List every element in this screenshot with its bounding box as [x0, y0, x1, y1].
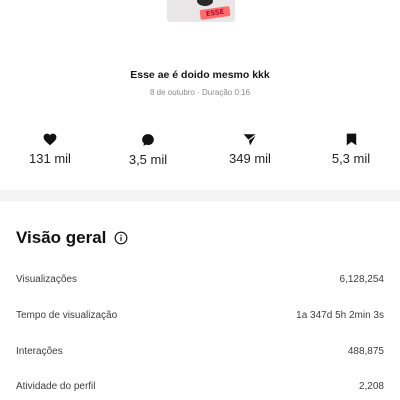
overview-row-interactions: Interações 488,875: [16, 341, 384, 361]
thumbnail-sticker: ESSE: [199, 5, 231, 21]
row-label: Tempo de visualização: [16, 309, 118, 321]
stat-shares-value: 349 mil: [229, 151, 271, 166]
thumbnail-shape: [197, 0, 213, 6]
overview-row-profile-activity: Atividade do perfil 2,208: [16, 376, 384, 396]
row-label: Visualizações: [16, 273, 77, 285]
heart-icon: [43, 133, 57, 146]
post-thumbnail[interactable]: ESSE: [167, 0, 235, 22]
stat-likes-value: 131 mil: [29, 151, 71, 166]
post-meta: 8 de outubro · Duração 0:16: [149, 88, 251, 97]
stat-saves[interactable]: 5,3 mil: [311, 133, 391, 166]
row-value: 2,208: [358, 380, 384, 392]
row-value: 6,128,254: [339, 273, 385, 285]
stat-comments-value: 3,5 mil: [128, 152, 168, 167]
overview-title-text: Visão geral: [16, 228, 107, 247]
overview-title: Visão geral: [16, 228, 128, 248]
overview-row-views: Visualizações 6,128,254: [16, 269, 384, 289]
row-label: Atividade do perfil: [16, 380, 96, 392]
stat-shares[interactable]: 349 mil: [210, 133, 290, 166]
row-value: 488,875: [347, 345, 384, 357]
overview-row-watch-time: Tempo de visualização 1a 347d 5h 2min 3s: [16, 305, 384, 325]
row-value: 1a 347d 5h 2min 3s: [296, 309, 384, 321]
row-label: Interações: [16, 345, 63, 357]
stats-bar: 131 mil 3,5 mil 349 mil 5,3 mil: [0, 133, 400, 173]
stat-likes[interactable]: 131 mil: [10, 133, 90, 166]
stat-saves-value: 5,3 mil: [331, 151, 371, 166]
stat-comments[interactable]: 3,5 mil: [108, 133, 188, 167]
section-divider: [0, 190, 400, 201]
info-icon[interactable]: [114, 231, 128, 245]
post-caption: Esse ae é doido mesmo kkk: [130, 69, 270, 81]
share-icon: [243, 133, 257, 146]
bookmark-icon: [346, 133, 356, 146]
comment-icon: [142, 134, 154, 146]
